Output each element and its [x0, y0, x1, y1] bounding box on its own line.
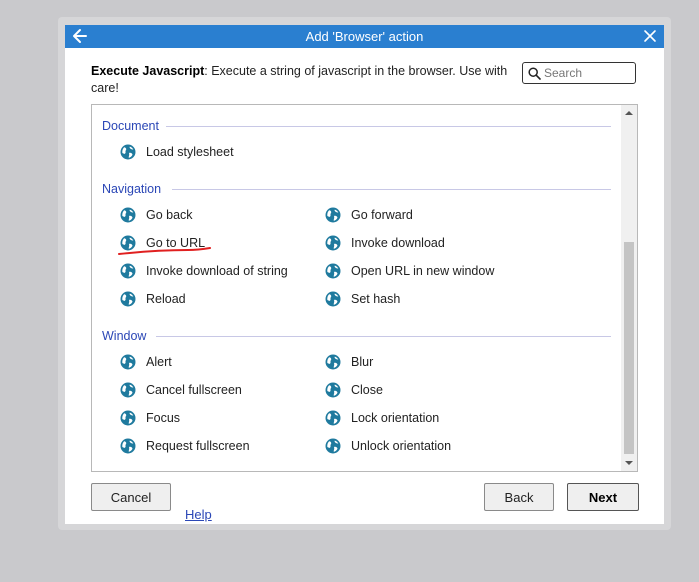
globe-icon — [120, 410, 136, 426]
action-label: Reload — [146, 292, 186, 306]
section-divider — [172, 189, 611, 190]
action-item-invoke-download[interactable]: Invoke download — [325, 233, 445, 253]
add-action-dialog: Add 'Browser' action Execute Javascript:… — [58, 17, 671, 530]
scroll-down-arrow-icon[interactable] — [625, 459, 633, 467]
close-icon[interactable] — [642, 28, 658, 44]
scrollbar-thumb[interactable] — [624, 242, 634, 454]
action-item-lock-orientation[interactable]: Lock orientation — [325, 408, 439, 428]
title-bar: Add 'Browser' action — [65, 25, 664, 48]
globe-icon — [325, 263, 341, 279]
action-label: Invoke download — [351, 236, 445, 250]
globe-icon — [120, 438, 136, 454]
action-item-open-url-in-new-window[interactable]: Open URL in new window — [325, 261, 494, 281]
action-label: Lock orientation — [351, 411, 440, 425]
globe-icon — [120, 263, 136, 279]
globe-icon — [325, 207, 341, 223]
globe-icon — [120, 144, 136, 160]
search-input[interactable] — [544, 65, 632, 81]
globe-icon — [325, 354, 341, 370]
action-label: Go forward — [351, 208, 413, 222]
action-item-set-hash[interactable]: Set hash — [325, 289, 400, 309]
action-label: Focus — [146, 411, 181, 425]
action-label: Load stylesheet — [146, 145, 234, 159]
action-item-request-fullscreen[interactable]: Request fullscreen — [120, 436, 250, 456]
search-icon — [528, 67, 541, 80]
action-item-cancel-fullscreen[interactable]: Cancel fullscreen — [120, 380, 242, 400]
dialog-body: Execute Javascript: Execute a string of … — [65, 48, 664, 524]
action-item-go-back[interactable]: Go back — [120, 205, 193, 225]
section-title-navigation: Navigation — [102, 182, 162, 196]
globe-icon — [120, 291, 136, 307]
action-item-focus[interactable]: Focus — [120, 408, 180, 428]
action-label: Request fullscreen — [146, 439, 250, 453]
back-button[interactable]: Back — [484, 483, 554, 511]
cancel-button[interactable]: Cancel — [91, 483, 171, 511]
action-list[interactable]: Document Load stylesheet Navigation Go b… — [91, 104, 638, 472]
globe-icon — [120, 354, 136, 370]
action-item-close[interactable]: Close — [325, 380, 383, 400]
action-label: Blur — [351, 355, 374, 369]
dialog-title: Add 'Browser' action — [305, 29, 424, 44]
action-item-load-stylesheet[interactable]: Load stylesheet — [120, 142, 234, 162]
globe-icon — [325, 382, 341, 398]
action-name: Execute Javascript — [91, 64, 205, 78]
search-box[interactable] — [522, 62, 636, 84]
action-item-go-forward[interactable]: Go forward — [325, 205, 413, 225]
globe-icon — [325, 410, 341, 426]
action-label: Invoke download of string — [146, 264, 288, 278]
action-description: Execute Javascript: Execute a string of … — [91, 63, 519, 97]
red-underline-annotation — [118, 247, 211, 255]
globe-icon — [325, 438, 341, 454]
globe-icon — [325, 235, 341, 251]
scroll-up-arrow-icon[interactable] — [625, 109, 633, 117]
help-link[interactable]: Help — [185, 507, 212, 522]
action-item-blur[interactable]: Blur — [325, 352, 373, 372]
globe-icon — [120, 382, 136, 398]
section-divider — [156, 336, 611, 337]
section-title-window: Window — [102, 329, 147, 343]
action-item-unlock-orientation[interactable]: Unlock orientation — [325, 436, 451, 456]
globe-icon — [120, 207, 136, 223]
action-label: Open URL in new window — [351, 264, 495, 278]
action-label: Cancel fullscreen — [146, 383, 242, 397]
action-item-alert[interactable]: Alert — [120, 352, 172, 372]
action-label: Close — [351, 383, 383, 397]
action-label: Unlock orientation — [351, 439, 452, 453]
next-button[interactable]: Next — [567, 483, 639, 511]
section-divider — [166, 126, 611, 127]
vertical-scrollbar[interactable] — [621, 105, 637, 471]
globe-icon — [325, 291, 341, 307]
action-item-invoke-download-of-string[interactable]: Invoke download of string — [120, 261, 288, 281]
action-item-reload[interactable]: Reload — [120, 289, 186, 309]
action-label: Alert — [146, 355, 172, 369]
section-title-document: Document — [102, 119, 159, 133]
action-label: Go back — [146, 208, 193, 222]
action-label: Set hash — [351, 292, 401, 306]
